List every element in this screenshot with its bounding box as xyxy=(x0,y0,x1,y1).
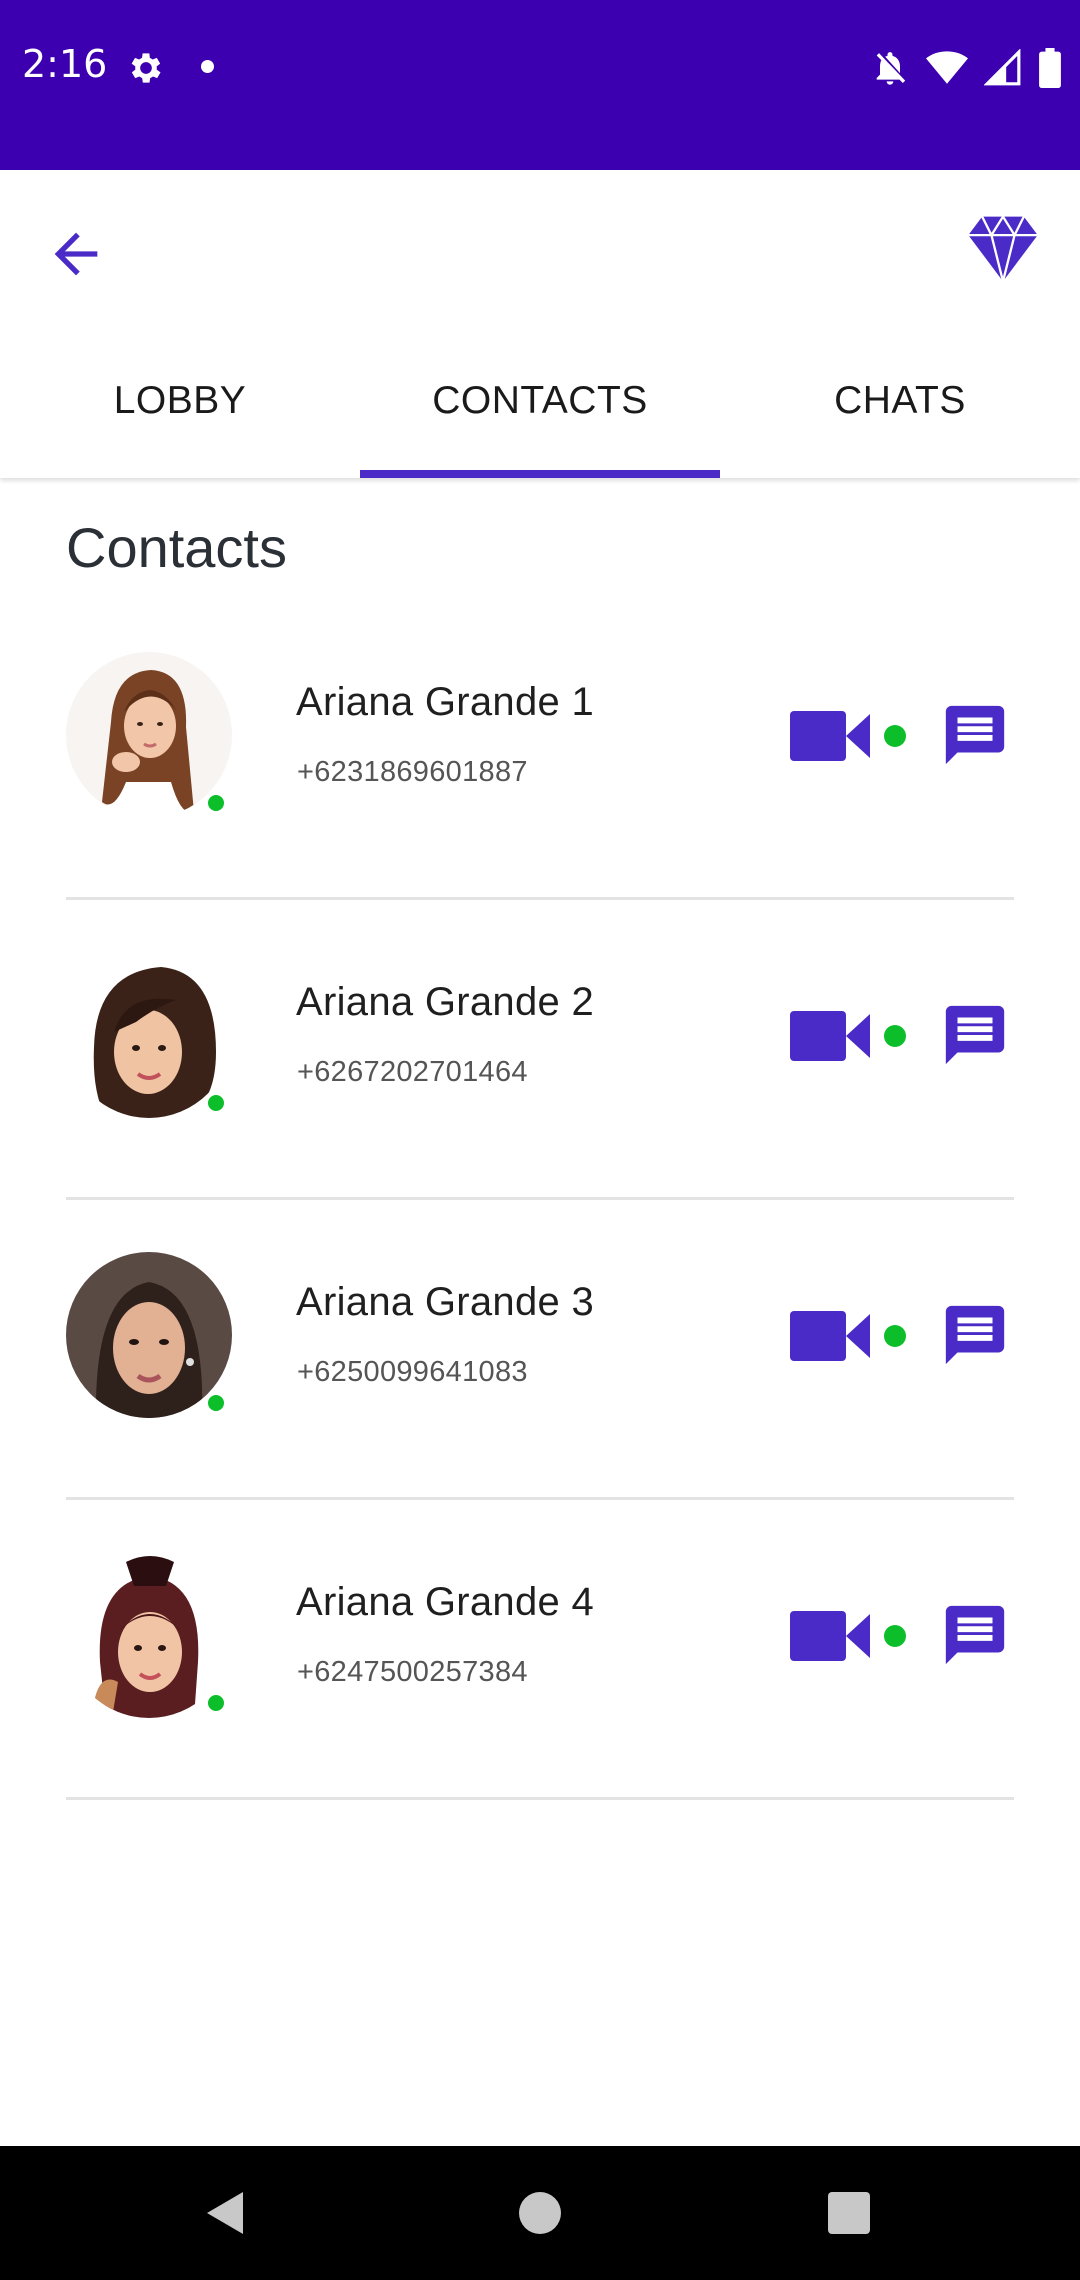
video-camera-icon[interactable] xyxy=(790,1608,872,1664)
contact-phone: +6247500257384 xyxy=(297,1656,528,1688)
video-online-dot xyxy=(884,1625,906,1647)
chat-message-icon[interactable] xyxy=(940,700,1010,770)
contact-name: Ariana Grande 2 xyxy=(296,980,595,1024)
chat-message-icon[interactable] xyxy=(940,1300,1010,1370)
tab-lobby[interactable]: LOBBY xyxy=(0,330,360,478)
avatar xyxy=(66,1252,232,1418)
page-title: Contacts xyxy=(66,516,287,579)
video-camera-icon[interactable] xyxy=(790,1008,872,1064)
nav-home-icon[interactable] xyxy=(519,2192,561,2234)
contact-phone: +6250099641083 xyxy=(297,1356,528,1388)
divider xyxy=(66,1797,1014,1800)
avatar-image xyxy=(66,1552,232,1718)
contact-list: Ariana Grande 1 +6231869601887 Ariana Gr… xyxy=(0,600,1080,1800)
contact-item[interactable]: Ariana Grande 1 +6231869601887 xyxy=(0,600,1080,900)
video-online-dot xyxy=(884,725,906,747)
contact-name: Ariana Grande 4 xyxy=(296,1580,595,1624)
arrow-left-icon[interactable] xyxy=(44,222,108,286)
chat-message-icon[interactable] xyxy=(940,1000,1010,1070)
notification-dot-icon xyxy=(201,60,214,73)
online-status-dot xyxy=(205,1692,227,1714)
avatar xyxy=(66,652,232,818)
cellular-signal-icon xyxy=(984,49,1021,86)
contact-name: Ariana Grande 3 xyxy=(296,1280,595,1324)
contact-phone: +6231869601887 xyxy=(297,756,528,788)
status-bar: 2:16 xyxy=(0,0,1080,170)
online-status-dot xyxy=(205,792,227,814)
video-camera-icon[interactable] xyxy=(790,708,872,764)
wifi-icon xyxy=(926,51,968,84)
battery-icon xyxy=(1039,48,1061,88)
tab-contacts[interactable]: CONTACTS xyxy=(360,330,720,478)
gear-icon xyxy=(131,53,161,83)
bell-off-icon xyxy=(876,52,906,85)
contact-item[interactable]: Ariana Grande 4 +6247500257384 xyxy=(0,1500,1080,1800)
nav-recents-icon[interactable] xyxy=(828,2192,870,2234)
tab-chats[interactable]: CHATS xyxy=(720,330,1080,478)
avatar xyxy=(66,1552,232,1718)
tab-bar: LOBBY CONTACTS CHATS xyxy=(0,330,1080,478)
video-camera-icon[interactable] xyxy=(790,1308,872,1364)
diamond-icon[interactable] xyxy=(966,214,1040,284)
online-status-dot xyxy=(205,1092,227,1114)
nav-back-icon[interactable] xyxy=(203,2190,247,2236)
system-navigation-bar xyxy=(0,2146,1080,2280)
avatar-image xyxy=(66,652,232,818)
contact-item[interactable]: Ariana Grande 3 +6250099641083 xyxy=(0,1200,1080,1500)
contact-phone: +6267202701464 xyxy=(297,1056,528,1088)
avatar xyxy=(66,952,232,1118)
video-online-dot xyxy=(884,1325,906,1347)
video-online-dot xyxy=(884,1025,906,1047)
avatar-image xyxy=(66,1252,232,1418)
contact-item[interactable]: Ariana Grande 2 +6267202701464 xyxy=(0,900,1080,1200)
contact-name: Ariana Grande 1 xyxy=(296,680,595,724)
online-status-dot xyxy=(205,1392,227,1414)
avatar-image xyxy=(66,952,232,1118)
status-icons xyxy=(870,44,1062,92)
chat-message-icon[interactable] xyxy=(940,1600,1010,1670)
app-bar xyxy=(0,170,1080,330)
status-time: 2:16 xyxy=(22,42,108,86)
